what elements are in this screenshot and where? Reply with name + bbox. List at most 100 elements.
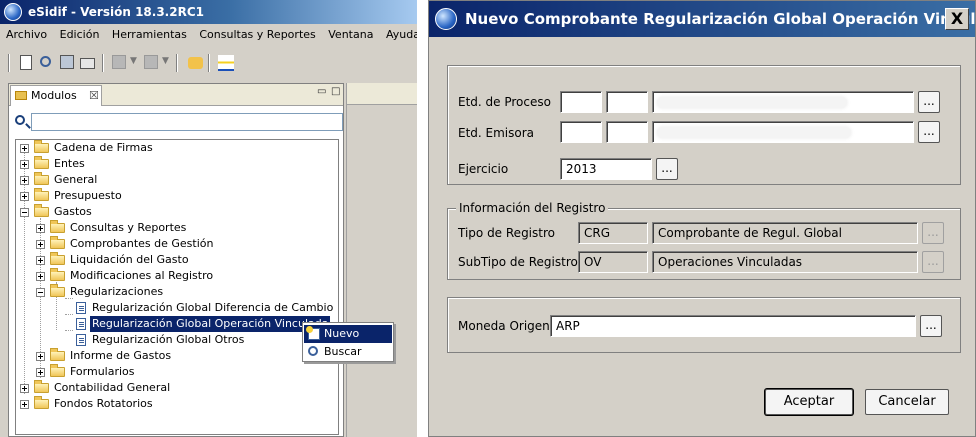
folder-open-icon <box>50 284 65 297</box>
moneda-origen-browse-button[interactable]: ... <box>920 315 942 337</box>
search-icon[interactable] <box>40 56 51 67</box>
moneda-origen-input[interactable]: ARP <box>550 315 916 337</box>
tree-filter <box>15 113 343 131</box>
dropdown-arrow-icon[interactable]: ▼ <box>162 56 170 72</box>
search-icon <box>15 115 25 125</box>
dialog-titlebar: Nuevo Comprobante Regularización Global … <box>429 1 975 37</box>
folder-icon <box>34 396 49 409</box>
tree-label: Contabilidad General <box>54 381 171 394</box>
tipo-registro-browse-button[interactable]: ... <box>922 222 944 244</box>
folder-icon <box>50 252 65 265</box>
window-title: eSidif - Versión 18.3.2RC1 <box>28 5 204 19</box>
context-menu-nuevo[interactable]: Nuevo <box>304 325 392 343</box>
menu-edicion[interactable]: Edición <box>60 28 100 41</box>
disabled-tool-icon[interactable] <box>112 55 126 69</box>
folder-icon <box>50 236 65 249</box>
entity-panel: Etd. de Proceso ... Etd. Emisora ... Eje… <box>447 65 961 185</box>
accept-button[interactable]: Aceptar <box>765 389 853 415</box>
tab-modulos-label: Modulos <box>31 89 77 102</box>
expand-icon[interactable] <box>36 240 45 249</box>
etd-proceso-field-1[interactable] <box>560 91 602 113</box>
menu-archivo[interactable]: Archivo <box>6 28 47 41</box>
menu-bar: Archivo Edición Herramientas Consultas y… <box>0 25 417 45</box>
expand-icon[interactable] <box>36 272 45 281</box>
tree-connector <box>65 330 73 331</box>
menu-ventana[interactable]: Ventana <box>328 28 373 41</box>
modulos-view: Modulos ☒ ▭ □ Cadena de Firmas Entes Gen… <box>8 83 344 437</box>
folder-icon <box>34 380 49 393</box>
cancel-button[interactable]: Cancelar <box>865 389 949 415</box>
view-tab-bar: Modulos ☒ ▭ □ <box>9 84 343 106</box>
close-icon[interactable]: ☒ <box>89 86 99 105</box>
expand-icon[interactable] <box>20 400 29 409</box>
tree-search-input[interactable] <box>31 113 343 131</box>
tree-label: Liquidación del Gasto <box>70 253 189 266</box>
toolbar-separator <box>208 54 210 72</box>
maximize-icon[interactable]: □ <box>331 87 341 97</box>
menu-consultas-reportes[interactable]: Consultas y Reportes <box>199 28 315 41</box>
context-menu-nuevo-label: Nuevo <box>324 327 360 340</box>
print-icon[interactable] <box>80 58 95 69</box>
context-menu-buscar[interactable]: Buscar <box>304 343 392 361</box>
context-menu: Nuevo Buscar <box>302 322 394 362</box>
etd-emisora-description <box>652 121 914 143</box>
ejercicio-label: Ejercicio <box>458 162 509 176</box>
editor-tab-strip <box>347 83 417 105</box>
ejercicio-browse-button[interactable]: ... <box>656 158 678 180</box>
main-toolbar: ▼ ▼ <box>0 50 417 76</box>
report-chart-icon[interactable] <box>218 55 234 71</box>
folder-icon <box>50 220 65 233</box>
toolbar-separator <box>176 54 178 72</box>
expand-icon[interactable] <box>36 224 45 233</box>
tipo-registro-code: CRG <box>578 222 648 244</box>
etd-proceso-field-2[interactable] <box>606 91 648 113</box>
folder-icon <box>50 348 65 361</box>
close-button[interactable]: X <box>945 8 969 30</box>
expand-icon[interactable] <box>20 176 29 185</box>
new-document-icon[interactable] <box>20 55 32 70</box>
esidif-app-icon <box>4 3 22 21</box>
menu-herramientas[interactable]: Herramientas <box>112 28 187 41</box>
search-icon <box>308 346 318 356</box>
etd-emisora-field-1[interactable] <box>560 121 602 143</box>
editor-area <box>346 83 417 437</box>
expand-icon[interactable] <box>20 384 29 393</box>
redacted-text <box>657 127 851 138</box>
etd-proceso-description <box>652 91 914 113</box>
disabled-tool-icon[interactable] <box>144 55 158 69</box>
nuevo-comprobante-dialog: Nuevo Comprobante Regularización Global … <box>428 0 976 437</box>
etd-emisora-browse-button[interactable]: ... <box>918 121 940 143</box>
etd-proceso-browse-button[interactable]: ... <box>918 91 940 113</box>
expand-icon[interactable] <box>36 352 45 361</box>
context-menu-buscar-label: Buscar <box>324 345 362 358</box>
moneda-panel: Moneda Origen ARP ... <box>447 297 961 353</box>
tree-label: General <box>54 173 98 186</box>
expand-icon[interactable] <box>36 368 45 377</box>
subtipo-registro-browse-button[interactable]: ... <box>922 251 944 273</box>
folder-icon <box>34 140 49 153</box>
folder-icon <box>34 172 49 185</box>
window-titlebar: eSidif - Versión 18.3.2RC1 <box>0 0 417 24</box>
tree-label: Regularización Global Otros <box>92 333 245 346</box>
expand-icon[interactable] <box>20 144 29 153</box>
document-icon <box>76 302 86 314</box>
save-icon[interactable] <box>60 55 74 69</box>
collapse-icon[interactable] <box>36 288 45 297</box>
tree-label: Regularizaciones <box>70 285 164 298</box>
folder-icon <box>50 268 65 281</box>
expand-icon[interactable] <box>20 160 29 169</box>
expand-icon[interactable] <box>36 256 45 265</box>
menu-ayuda[interactable]: Ayuda <box>386 28 417 41</box>
tree-label: Formularios <box>70 365 135 378</box>
collapse-icon[interactable] <box>20 208 29 217</box>
ejercicio-input[interactable]: 2013 <box>560 158 652 180</box>
new-document-icon <box>306 326 320 340</box>
etd-emisora-field-2[interactable] <box>606 121 648 143</box>
minimize-icon[interactable]: ▭ <box>317 87 327 97</box>
dropdown-arrow-icon[interactable]: ▼ <box>130 56 138 72</box>
tab-modulos[interactable]: Modulos ☒ <box>10 85 102 106</box>
tipo-registro-description: Comprobante de Regul. Global <box>652 222 918 244</box>
esidif-app-icon <box>435 8 457 30</box>
expand-icon[interactable] <box>20 192 29 201</box>
back-hand-icon[interactable] <box>188 57 203 69</box>
